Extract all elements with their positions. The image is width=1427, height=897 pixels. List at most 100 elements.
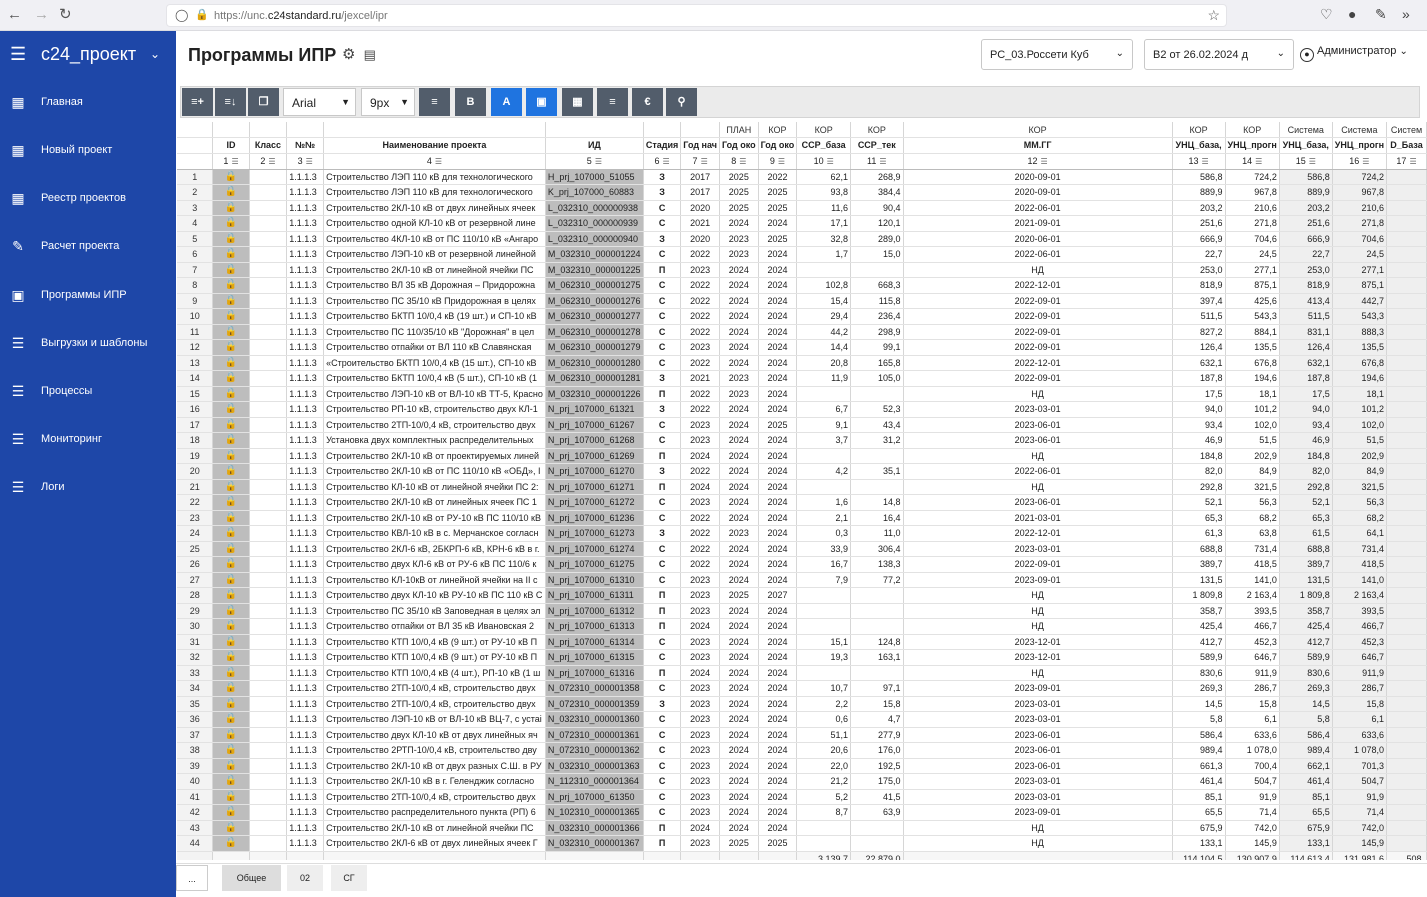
kor-end-year-cell[interactable]: 2025 (758, 417, 798, 433)
sys-unc-prog-cell[interactable]: 18,1 (1332, 386, 1388, 402)
number-cell[interactable]: 1.1.1.3 (286, 820, 325, 836)
column-header[interactable]: ID (212, 137, 250, 154)
id-cell[interactable]: N_prj_107000_61271 (545, 479, 644, 495)
kor-end-year-cell[interactable]: 2024 (758, 634, 798, 650)
unc-base-cell[interactable]: 586,8 (1172, 169, 1226, 185)
d-base-cell[interactable] (1386, 525, 1427, 542)
start-year-cell[interactable]: 2023 (680, 680, 720, 697)
project-name-cell[interactable]: Строительство ЛЭП 110 кВ для технологиче… (323, 184, 546, 201)
ssr-tek-cell[interactable] (850, 618, 904, 635)
plan-end-year-cell[interactable]: 2024 (719, 773, 759, 790)
unc-prog-cell[interactable]: 1 078,0 (1225, 742, 1280, 759)
app-title[interactable]: с24_проект (41, 44, 136, 65)
project-name-cell[interactable]: Строительство 2КЛ-10 кВ в г. Геленджик с… (323, 773, 546, 790)
table-row[interactable]: 26 🔒 1.1.1.3 Строительство двух КЛ-6 кВ от … (177, 556, 1427, 573)
date-cell[interactable]: 2023-09-01 (903, 804, 1173, 821)
row-number[interactable]: 38 (177, 742, 214, 759)
id-cell[interactable]: N_prj_107000_61236 (545, 510, 644, 526)
column-header[interactable]: УНЦ_база, (1279, 137, 1333, 154)
row-number[interactable]: 25 (177, 541, 214, 557)
unc-base-cell[interactable]: 65,5 (1172, 804, 1226, 821)
unc-prog-cell[interactable]: 418,5 (1225, 556, 1280, 573)
plan-end-year-cell[interactable]: 2023 (719, 386, 759, 402)
kor-end-year-cell[interactable]: 2024 (758, 277, 798, 294)
number-cell[interactable]: 1.1.1.3 (286, 277, 325, 294)
unc-base-cell[interactable]: 412,7 (1172, 634, 1226, 650)
row-number[interactable]: 13 (177, 355, 214, 371)
project-name-cell[interactable]: Строительство отпайки от ВЛ 110 кВ Славя… (323, 339, 546, 356)
unc-base-cell[interactable]: 666,9 (1172, 231, 1226, 247)
class-cell[interactable] (249, 370, 288, 387)
sys-unc-base-cell[interactable]: 85,1 (1279, 789, 1333, 805)
d-base-cell[interactable] (1386, 510, 1427, 526)
unc-prog-cell[interactable]: 15,8 (1225, 696, 1280, 712)
class-cell[interactable] (249, 587, 288, 604)
date-cell[interactable]: 2022-09-01 (903, 556, 1173, 573)
row-number[interactable]: 16 (177, 401, 214, 418)
ssr-tek-cell[interactable]: 16,4 (850, 510, 904, 526)
start-year-cell[interactable]: 2023 (680, 711, 720, 728)
sys-unc-base-cell[interactable]: 251,6 (1279, 215, 1333, 232)
bold-button[interactable]: B (455, 88, 486, 116)
sys-unc-prog-cell[interactable]: 676,8 (1332, 355, 1388, 371)
project-name-cell[interactable]: Строительство 2КЛ-10 кВ от РУ-10 кВ ПС 1… (323, 510, 546, 526)
unc-base-cell[interactable]: 46,9 (1172, 432, 1226, 449)
class-cell[interactable] (249, 479, 288, 495)
class-cell[interactable] (249, 603, 288, 619)
class-cell[interactable] (249, 308, 288, 325)
unc-prog-cell[interactable]: 704,6 (1225, 231, 1280, 247)
filter-icon[interactable]: ☰ (1255, 157, 1262, 166)
unc-base-cell[interactable]: 511,5 (1172, 308, 1226, 325)
stage-cell[interactable]: С (643, 789, 682, 805)
insert-row-button[interactable]: ≡+ (182, 88, 213, 116)
unc-base-cell[interactable]: 94,0 (1172, 401, 1226, 418)
unc-prog-cell[interactable]: 145,9 (1225, 835, 1280, 852)
ssr-base-cell[interactable]: 19,3 (796, 649, 852, 666)
column-number[interactable]: 6 ☰ (643, 153, 682, 170)
ssr-base-cell[interactable]: 32,8 (796, 231, 852, 247)
row-number[interactable]: 15 (177, 386, 214, 402)
id-cell[interactable]: N_032310_000001366 (545, 820, 644, 836)
stage-cell[interactable]: С (643, 339, 682, 356)
kor-end-year-cell[interactable]: 2024 (758, 246, 798, 263)
unc-prog-cell[interactable]: 504,7 (1225, 773, 1280, 790)
class-cell[interactable] (249, 649, 288, 666)
number-cell[interactable]: 1.1.1.3 (286, 401, 325, 418)
sys-unc-base-cell[interactable]: 131,5 (1279, 572, 1333, 588)
row-number[interactable]: 10 (177, 308, 214, 325)
number-cell[interactable]: 1.1.1.3 (286, 649, 325, 666)
table-row[interactable]: 13 🔒 1.1.1.3 «Строительство БКТП 10/0,4 кВ … (177, 355, 1427, 371)
class-cell[interactable] (249, 634, 288, 650)
sys-unc-base-cell[interactable]: 675,9 (1279, 820, 1333, 836)
lock-icon[interactable]: 🔒 (195, 8, 209, 21)
plan-end-year-cell[interactable]: 2024 (719, 417, 759, 433)
sys-unc-base-cell[interactable]: 253,0 (1279, 262, 1333, 278)
date-cell[interactable]: 2022-06-01 (903, 200, 1173, 216)
d-base-cell[interactable] (1386, 293, 1427, 309)
number-cell[interactable]: 1.1.1.3 (286, 184, 325, 201)
row-number[interactable]: 5 (177, 231, 214, 247)
sys-unc-base-cell[interactable]: 269,3 (1279, 680, 1333, 697)
project-name-cell[interactable]: Строительство ПС 35/10 кВ Придорожная в … (323, 293, 546, 309)
sys-unc-base-cell[interactable]: 133,1 (1279, 835, 1333, 852)
date-cell[interactable]: НД (903, 262, 1173, 278)
d-base-cell[interactable] (1386, 277, 1427, 294)
d-base-cell[interactable] (1386, 789, 1427, 805)
sys-unc-prog-cell[interactable]: 321,5 (1332, 479, 1388, 495)
sys-unc-base-cell[interactable]: 358,7 (1279, 603, 1333, 619)
number-cell[interactable]: 1.1.1.3 (286, 386, 325, 402)
id-cell[interactable]: N_prj_107000_61316 (545, 665, 644, 681)
table-row[interactable]: 20 🔒 1.1.1.3 Строительство 2КЛ-10 кВ от ПС … (177, 463, 1427, 480)
stage-cell[interactable]: С (643, 742, 682, 759)
plan-end-year-cell[interactable]: 2024 (719, 308, 759, 325)
project-name-cell[interactable]: Строительство КЛ-10 кВ от линейной ячейк… (323, 479, 546, 495)
stage-cell[interactable]: З (643, 231, 682, 247)
stage-cell[interactable]: С (643, 246, 682, 263)
sys-unc-base-cell[interactable]: 461,4 (1279, 773, 1333, 790)
sys-unc-base-cell[interactable]: 413,4 (1279, 293, 1333, 309)
number-cell[interactable]: 1.1.1.3 (286, 696, 325, 712)
sys-unc-prog-cell[interactable]: 277,1 (1332, 262, 1388, 278)
sys-unc-prog-cell[interactable]: 646,7 (1332, 649, 1388, 666)
ssr-tek-cell[interactable]: 14,8 (850, 494, 904, 511)
ssr-base-cell[interactable]: 62,1 (796, 169, 852, 185)
